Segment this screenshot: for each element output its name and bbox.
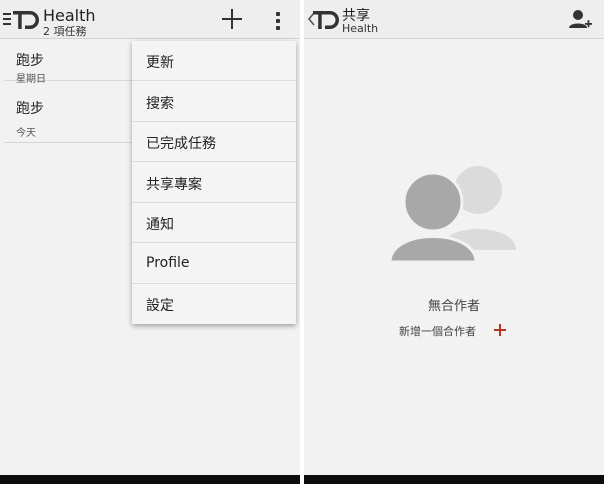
plus-icon[interactable] <box>221 8 243 30</box>
task-list-screen: Health 2 項任務 跑步 星期日 跑步 今天 更新 搜索 已完成任務 共享… <box>0 0 300 484</box>
nav-bar-strip <box>0 475 300 484</box>
menu-lines-icon[interactable] <box>3 13 11 25</box>
task-title: 跑步 <box>16 101 44 117</box>
menu-item-settings[interactable]: 設定 <box>132 284 296 324</box>
add-collaborator-plus-icon[interactable] <box>494 324 506 336</box>
menu-item-label: 搜索 <box>146 96 174 112</box>
menu-item-label: 通知 <box>146 217 174 233</box>
menu-item-label: 設定 <box>146 298 174 314</box>
app-bar: 共享 Health <box>304 0 604 39</box>
menu-item-label: 共享專案 <box>146 177 202 193</box>
no-collaborators-message: 無合作者 <box>427 299 480 314</box>
task-due: 星期日 <box>16 74 46 85</box>
menu-item-completed-tasks[interactable]: 已完成任務 <box>132 122 296 162</box>
overflow-menu-icon[interactable] <box>272 11 284 31</box>
app-bar: Health 2 項任務 <box>0 0 300 39</box>
nav-bar-strip <box>304 475 604 484</box>
app-logo-icon <box>13 11 39 29</box>
menu-item-refresh[interactable]: 更新 <box>132 41 296 81</box>
share-screen: 共享 Health 無合作者 新增一個合作者 <box>304 0 604 484</box>
menu-item-notifications[interactable]: 通知 <box>132 203 296 243</box>
menu-item-label: 更新 <box>146 55 174 71</box>
project-subtitle: Health <box>342 22 379 35</box>
add-collaborator-link[interactable]: 新增一個合作者 <box>399 323 476 339</box>
collaborators-icon <box>388 166 516 262</box>
overflow-menu: 更新 搜索 已完成任務 共享專案 通知 Profile 設定 <box>132 41 296 324</box>
add-person-icon[interactable] <box>568 9 592 31</box>
task-due: 今天 <box>16 128 36 139</box>
task-title: 跑步 <box>16 53 44 69</box>
task-count: 2 項任務 <box>43 25 87 38</box>
menu-item-label: Profile <box>146 255 190 271</box>
menu-item-label: 已完成任務 <box>146 136 216 152</box>
menu-item-search[interactable]: 搜索 <box>132 82 296 122</box>
app-logo-icon <box>313 11 339 29</box>
menu-item-share-project[interactable]: 共享專案 <box>132 163 296 203</box>
menu-item-profile[interactable]: Profile <box>132 244 296 284</box>
